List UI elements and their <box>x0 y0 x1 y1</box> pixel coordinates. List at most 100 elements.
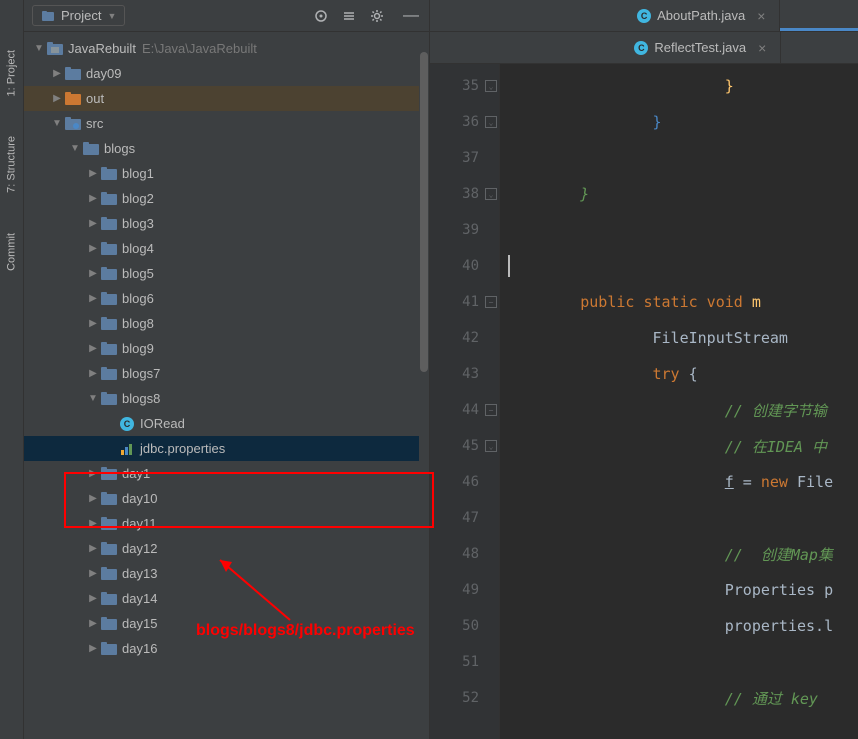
side-tab-project[interactable]: 1: Project <box>0 40 23 106</box>
code-line[interactable] <box>500 140 858 176</box>
code-line[interactable]: f = new File <box>500 464 858 500</box>
fold-icon[interactable]: ⌄ <box>485 116 497 128</box>
line-number[interactable]: 50 <box>430 608 499 644</box>
code-line[interactable]: } <box>500 104 858 140</box>
chevron-icon[interactable] <box>86 318 100 329</box>
code-line[interactable]: } <box>500 68 858 104</box>
side-tab-structure[interactable]: 7: Structure <box>0 126 23 203</box>
chevron-icon[interactable] <box>86 543 100 554</box>
line-number[interactable]: 42 <box>430 320 499 356</box>
code-line[interactable] <box>500 212 858 248</box>
tree-node-day09[interactable]: day09 <box>24 61 429 86</box>
fold-icon[interactable]: − <box>485 296 497 308</box>
hide-icon[interactable]: — <box>401 6 421 26</box>
tree-node-blog8[interactable]: blog8 <box>24 311 429 336</box>
tree-node-blogs[interactable]: blogs <box>24 136 429 161</box>
project-tree[interactable]: JavaRebuiltE:\Java\JavaRebuiltday09outsr… <box>24 32 429 665</box>
tree-node-ioread[interactable]: CIORead <box>24 411 429 436</box>
tree-node-day13[interactable]: day13 <box>24 561 429 586</box>
tree-node-day16[interactable]: day16 <box>24 636 429 661</box>
chevron-icon[interactable] <box>86 193 100 204</box>
code-line[interactable] <box>500 644 858 680</box>
line-number[interactable]: 43 <box>430 356 499 392</box>
chevron-icon[interactable] <box>86 268 100 279</box>
line-number[interactable]: 41− <box>430 284 499 320</box>
chevron-icon[interactable] <box>86 368 100 379</box>
fold-icon[interactable]: − <box>485 404 497 416</box>
tree-node-src[interactable]: src <box>24 111 429 136</box>
close-icon[interactable]: × <box>757 8 765 24</box>
tree-node-jdbcproperties[interactable]: jdbc.properties <box>24 436 429 461</box>
chevron-icon[interactable] <box>86 218 100 229</box>
fold-icon[interactable]: ⌄ <box>485 440 497 452</box>
code-line[interactable]: public static void m <box>500 284 858 320</box>
tree-node-day15[interactable]: day15 <box>24 611 429 636</box>
tab-aboutpath[interactable]: C AboutPath.java × <box>623 0 780 31</box>
code-line[interactable]: // 创建字节输 <box>500 392 858 428</box>
line-number[interactable]: 40 <box>430 248 499 284</box>
chevron-icon[interactable] <box>86 393 100 404</box>
line-number[interactable]: 36⌄ <box>430 104 499 140</box>
code-line[interactable]: } <box>500 176 858 212</box>
tree-node-day11[interactable]: day11 <box>24 511 429 536</box>
scrollbar-thumb[interactable] <box>420 52 428 372</box>
tree-node-blogs7[interactable]: blogs7 <box>24 361 429 386</box>
line-number[interactable]: 44− <box>430 392 499 428</box>
chevron-icon[interactable] <box>86 618 100 629</box>
chevron-icon[interactable] <box>86 343 100 354</box>
code-line[interactable]: // 在IDEA 中 <box>500 428 858 464</box>
tree-node-out[interactable]: out <box>24 86 429 111</box>
line-number[interactable]: 35⌄ <box>430 68 499 104</box>
chevron-icon[interactable] <box>86 568 100 579</box>
tree-node-javarebuilt[interactable]: JavaRebuiltE:\Java\JavaRebuilt <box>24 36 429 61</box>
chevron-icon[interactable] <box>86 168 100 179</box>
locate-icon[interactable] <box>311 6 331 26</box>
line-number[interactable]: 49 <box>430 572 499 608</box>
gear-icon[interactable] <box>367 6 387 26</box>
fold-icon[interactable]: ⌄ <box>485 188 497 200</box>
tree-node-day10[interactable]: day10 <box>24 486 429 511</box>
code-line[interactable]: properties.l <box>500 608 858 644</box>
tree-node-blog9[interactable]: blog9 <box>24 336 429 361</box>
line-number[interactable]: 48 <box>430 536 499 572</box>
code-line[interactable]: FileInputStream <box>500 320 858 356</box>
code-line[interactable]: // 创建Map集 <box>500 536 858 572</box>
line-number[interactable]: 45⌄ <box>430 428 499 464</box>
tree-node-day12[interactable]: day12 <box>24 536 429 561</box>
line-number[interactable]: 38⌄ <box>430 176 499 212</box>
chevron-icon[interactable] <box>68 143 82 154</box>
code-content[interactable]: } } } public static void m FileInputStre… <box>500 64 858 739</box>
code-line[interactable] <box>500 500 858 536</box>
tree-node-blog3[interactable]: blog3 <box>24 211 429 236</box>
chevron-icon[interactable] <box>86 593 100 604</box>
chevron-icon[interactable] <box>86 468 100 479</box>
chevron-icon[interactable] <box>50 118 64 129</box>
line-number[interactable]: 52 <box>430 680 499 716</box>
project-view-selector[interactable]: Project ▼ <box>32 5 125 26</box>
code-line[interactable] <box>500 248 858 284</box>
chevron-icon[interactable] <box>86 493 100 504</box>
side-tab-commit[interactable]: Commit <box>0 223 23 281</box>
tree-node-day1[interactable]: day1 <box>24 461 429 486</box>
tree-node-blog5[interactable]: blog5 <box>24 261 429 286</box>
editor-body[interactable]: 35⌄36⌄3738⌄394041−424344−45⌄464748495051… <box>430 64 858 739</box>
line-number[interactable]: 37 <box>430 140 499 176</box>
tab-active-indicator[interactable] <box>780 0 858 31</box>
tree-node-blog1[interactable]: blog1 <box>24 161 429 186</box>
tree-node-blogs8[interactable]: blogs8 <box>24 386 429 411</box>
expand-icon[interactable] <box>339 6 359 26</box>
code-line[interactable]: try { <box>500 356 858 392</box>
chevron-icon[interactable] <box>86 293 100 304</box>
close-icon[interactable]: × <box>758 40 766 56</box>
chevron-icon[interactable] <box>50 93 64 104</box>
chevron-icon[interactable] <box>50 68 64 79</box>
tree-node-blog6[interactable]: blog6 <box>24 286 429 311</box>
gutter[interactable]: 35⌄36⌄3738⌄394041−424344−45⌄464748495051… <box>430 64 500 739</box>
code-line[interactable]: Properties p <box>500 572 858 608</box>
chevron-icon[interactable] <box>32 43 46 54</box>
code-line[interactable]: // 通过 key <box>500 680 858 716</box>
tab-reflecttest[interactable]: C ReflectTest.java × <box>620 32 781 63</box>
line-number[interactable]: 46 <box>430 464 499 500</box>
scrollbar[interactable] <box>419 32 429 739</box>
fold-icon[interactable]: ⌄ <box>485 80 497 92</box>
